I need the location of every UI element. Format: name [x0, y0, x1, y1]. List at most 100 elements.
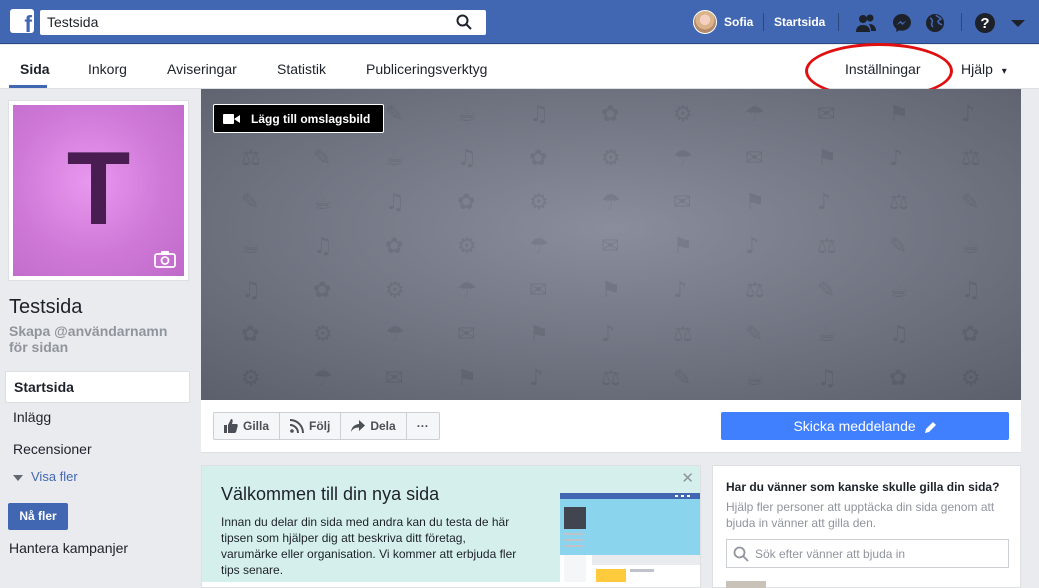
- cover-pattern-glyph: ✎: [889, 234, 907, 259]
- cover-pattern-glyph: ✿: [961, 322, 979, 347]
- cover-pattern-glyph: ⚙: [601, 146, 621, 171]
- cover-photo-area[interactable]: ♪ ⚖ ✎ ☕ ♫ ✿ ⚙ ☂ ✉ ⚑ ♪ ⚖ ✎ ☕ ♫ ✿ ⚙ ☂ ✉ ⚑ ♪ ⚖ ✎ ☕ ♫ ✿ ⚙ ☂ ✉ ⚑ ♪ ⚖ ✎ ☕ ♫ ✿ ⚙ ☂ ✉ ⚑…: [201, 89, 1021, 400]
- cover-pattern-glyph: ✎: [817, 278, 835, 303]
- like-label: Gilla: [243, 419, 270, 433]
- tab-inbox[interactable]: Inkorg: [88, 61, 127, 77]
- home-link[interactable]: Startsida: [774, 15, 825, 29]
- cover-pattern-glyph: ♫: [889, 322, 909, 347]
- left-nav-item-reviews[interactable]: Recensioner: [5, 434, 190, 466]
- facebook-logo-icon[interactable]: f: [10, 9, 34, 33]
- like-button[interactable]: Gilla: [214, 413, 281, 439]
- cover-pattern-glyph: ✎: [313, 146, 331, 171]
- cover-pattern-glyph: ⚑: [745, 190, 765, 215]
- cover-pattern-glyph: ☕: [241, 234, 261, 259]
- cover-pattern-glyph: ✎: [745, 322, 763, 347]
- cover-pattern-glyph: ☕: [313, 190, 333, 215]
- promote-button[interactable]: Nå fler: [8, 503, 68, 530]
- show-more-link[interactable]: Visa fler: [13, 469, 78, 484]
- camera-icon[interactable]: [154, 250, 176, 268]
- cover-pattern-glyph: ✿: [529, 146, 547, 171]
- cover-pattern-glyph: ☂: [385, 322, 405, 347]
- card-footer-strip: [202, 582, 700, 587]
- cover-pattern-glyph: ✉: [601, 234, 619, 259]
- cover-pattern-glyph: ✎: [961, 190, 979, 215]
- create-username-link[interactable]: Skapa @användarnamn för sidan: [9, 323, 189, 355]
- friend-avatar[interactable]: [726, 581, 766, 588]
- cover-pattern-glyph: ✉: [457, 322, 475, 347]
- left-nav: Startsida Inlägg Recensioner: [5, 371, 190, 466]
- more-options-button[interactable]: ···: [407, 413, 439, 439]
- cover-pattern-glyph: ⚑: [457, 366, 477, 391]
- cover-pattern-glyph: ☂: [457, 278, 477, 303]
- show-more-label: Visa fler: [31, 469, 78, 484]
- send-message-label: Skicka meddelande: [793, 418, 916, 434]
- cover-pattern-glyph: ✿: [313, 278, 331, 303]
- cover-pattern-glyph: ⚙: [529, 190, 549, 215]
- cover-pattern-glyph: ⚖: [889, 190, 909, 215]
- cover-pattern-glyph: ☂: [673, 146, 693, 171]
- cover-pattern-glyph: ☕: [385, 146, 405, 171]
- tab-help[interactable]: Hjälp ▾: [961, 61, 1007, 77]
- search-input[interactable]: Testsida: [40, 10, 486, 35]
- messenger-icon[interactable]: [890, 11, 914, 35]
- tab-publishing-tools[interactable]: Publiceringsverktyg: [366, 61, 487, 77]
- cover-pattern-glyph: ♫: [529, 102, 549, 127]
- cover-pattern-glyph: ⚙: [961, 366, 981, 391]
- cover-pattern-glyph: ♪: [673, 278, 687, 303]
- welcome-body: Innan du delar din sida med andra kan du…: [221, 515, 517, 577]
- cover-pattern-glyph: ⚖: [817, 234, 837, 259]
- add-cover-photo-label: Lägg till omslagsbild: [251, 112, 371, 126]
- cover-pattern-glyph: ✿: [457, 190, 475, 215]
- cover-pattern-glyph: ♫: [817, 366, 837, 391]
- cover-pattern-glyph: ⚙: [241, 366, 261, 391]
- cover-pattern-glyph: ✉: [529, 278, 547, 303]
- tab-notifications[interactable]: Aviseringar: [167, 61, 237, 77]
- cover-pattern-glyph: ✎: [385, 102, 403, 127]
- cover-pattern-glyph: ⚙: [673, 102, 693, 127]
- profile-link[interactable]: Sofia: [724, 15, 753, 29]
- manage-campaigns-link[interactable]: Hantera kampanjer: [9, 540, 128, 556]
- send-message-button[interactable]: Skicka meddelande: [721, 412, 1009, 440]
- cover-pattern-glyph: ☕: [745, 366, 765, 391]
- cover-pattern-glyph: ☂: [529, 234, 549, 259]
- profile-picture[interactable]: T: [8, 100, 189, 281]
- cover-pattern-glyph: ✉: [673, 190, 691, 215]
- cover-pattern-glyph: ♫: [241, 278, 261, 303]
- share-button[interactable]: Dela: [341, 413, 407, 439]
- more-options-icon: ···: [416, 419, 429, 433]
- cover-pattern-glyph: ☂: [601, 190, 621, 215]
- cover-pattern-glyph: ♫: [313, 234, 333, 259]
- top-bar: f Testsida Sofia Startsida ?: [0, 0, 1039, 44]
- invite-title: Har du vänner som kanske skulle gilla di…: [726, 480, 1000, 494]
- share-arrow-icon: [351, 420, 366, 432]
- cover-pattern-glyph: ⚑: [889, 102, 909, 127]
- cover-pattern-glyph: ⚖: [961, 146, 981, 171]
- cover-pattern-glyph: ⚖: [241, 146, 261, 171]
- search-icon: [733, 546, 749, 562]
- search-icon[interactable]: [456, 14, 472, 30]
- notifications-globe-icon[interactable]: [923, 11, 947, 35]
- tab-page[interactable]: Sida: [20, 61, 50, 77]
- cover-pattern-glyph: ⚙: [385, 278, 405, 303]
- close-icon[interactable]: ✕: [681, 469, 694, 487]
- invite-search-input[interactable]: Sök efter vänner att bjuda in: [726, 539, 1009, 568]
- account-menu-chevron-icon[interactable]: [1006, 11, 1030, 35]
- cover-pattern-glyph: ✉: [385, 366, 403, 391]
- help-icon[interactable]: ?: [973, 11, 997, 35]
- share-label: Dela: [370, 419, 396, 433]
- cover-pattern-glyph: ✎: [673, 366, 691, 391]
- tab-insights[interactable]: Statistik: [277, 61, 326, 77]
- avatar[interactable]: [693, 10, 717, 34]
- left-nav-item-home[interactable]: Startsida: [5, 371, 190, 403]
- cover-pattern-glyph: ⚑: [817, 146, 837, 171]
- cover-pattern-glyph: ⚖: [745, 278, 765, 303]
- follow-button[interactable]: Följ: [280, 413, 342, 439]
- cover-pattern-glyph: ☕: [817, 322, 837, 347]
- add-cover-photo-button[interactable]: Lägg till omslagsbild: [213, 104, 384, 133]
- cover-pattern-glyph: ☕: [889, 278, 909, 303]
- cover-pattern-glyph: ✉: [745, 146, 763, 171]
- friend-requests-icon[interactable]: [854, 11, 878, 35]
- left-nav-item-posts[interactable]: Inlägg: [5, 402, 190, 434]
- svg-text:?: ?: [980, 15, 989, 32]
- cover-pattern-glyph: ✿: [385, 234, 403, 259]
